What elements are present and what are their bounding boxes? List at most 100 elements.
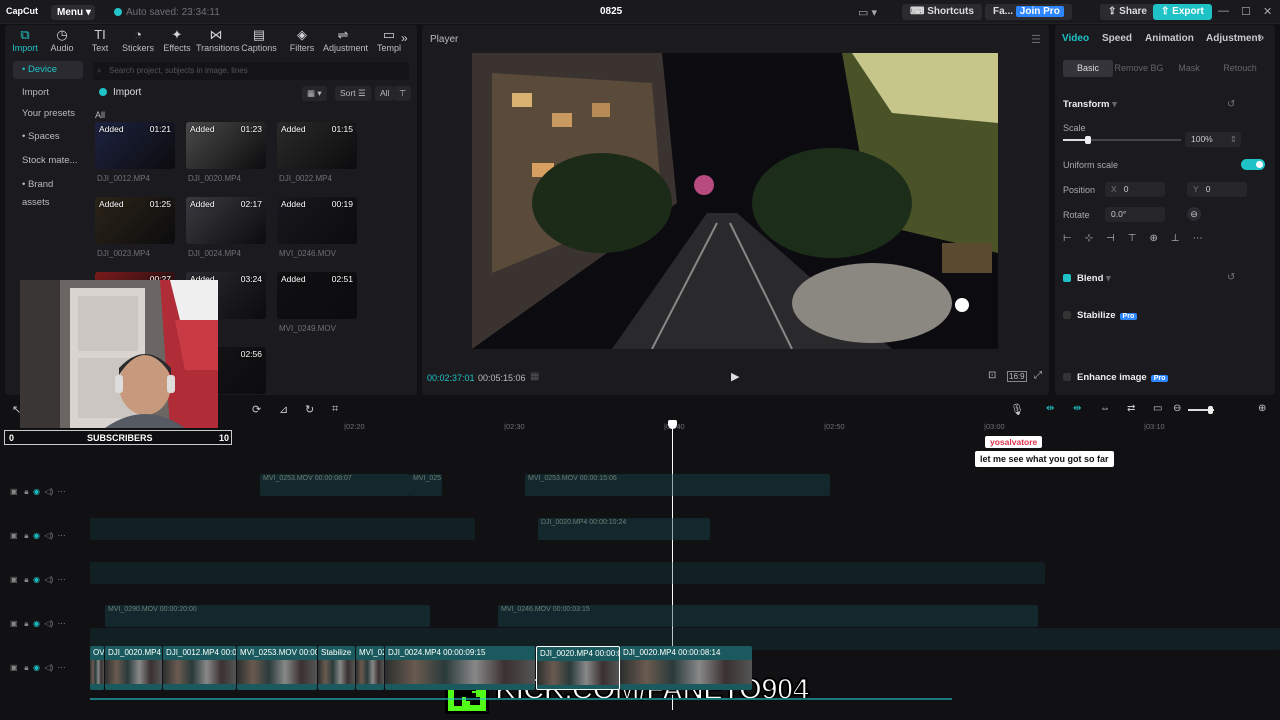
position-y-input[interactable]: Y 0 [1187, 182, 1247, 197]
microphone-icon[interactable]: 🎙 [1010, 403, 1024, 416]
more-icon[interactable]: ⋯ [58, 531, 66, 540]
position-x-input[interactable]: X 0 [1105, 182, 1165, 197]
scale-value-input[interactable]: 100% ⇕ [1185, 132, 1241, 147]
player-menu-icon[interactable]: ☰ [1031, 33, 1041, 46]
audio-icon[interactable]: ◁) [44, 663, 53, 672]
tool-tab-adjustment[interactable]: ⇌ Adjustment [323, 27, 368, 53]
more-icon[interactable]: ⋯ [58, 575, 66, 584]
stabilize-checkbox[interactable] [1063, 311, 1071, 319]
media-thumbnail[interactable]: Added 02:51 [277, 272, 357, 319]
menu-button[interactable]: Menu ▾ [51, 5, 95, 20]
reset-blend-icon[interactable]: ↺ [1227, 272, 1235, 283]
ratio-button[interactable]: 16:9 [1007, 371, 1027, 382]
track-controls[interactable]: ▣ 🔒︎ ◉ ◁) ⋯ [10, 531, 66, 541]
filter-all-button[interactable]: All [375, 86, 395, 101]
split-icon[interactable]: ⇄ [1127, 403, 1135, 414]
zoom-out-icon[interactable]: ⊖ [1173, 403, 1181, 414]
shortcuts-button[interactable]: ⌨ Shortcuts [902, 4, 982, 20]
link-icon[interactable]: ⇹ [1046, 403, 1054, 414]
main-track-clip[interactable]: Stabilize [318, 646, 355, 690]
media-thumbnail[interactable]: Added 01:23 [186, 122, 266, 169]
track-controls[interactable]: ▣ 🔒︎ ◉ ◁) ⋯ [10, 575, 66, 585]
inspector-tab-speed[interactable]: Speed [1102, 33, 1132, 44]
preview-icon[interactable]: ▭ [1153, 403, 1162, 414]
filter-icon[interactable]: ⊤ [394, 86, 412, 101]
lock-icon[interactable]: 🔒︎ [24, 663, 28, 672]
enhance-image-section[interactable]: Enhance image Pro [1063, 372, 1169, 383]
more-icon[interactable]: ⋯ [58, 487, 66, 496]
sidebar-item-5[interactable]: • Brand assets [13, 176, 83, 208]
zoom-in-icon[interactable]: ⊕ [1258, 403, 1266, 414]
media-thumbnail[interactable]: Added 02:17 [186, 197, 266, 244]
speed-icon[interactable]: ⟳ [252, 403, 261, 416]
track-cover-icon[interactable]: ▣ [10, 575, 18, 584]
rotate-dial-icon[interactable]: ⊖ [1187, 207, 1201, 221]
audio-icon[interactable]: ◁) [44, 575, 53, 584]
sidebar-item-4[interactable]: Stock mate... [13, 152, 83, 170]
inspector-tab-animation[interactable]: Animation [1145, 33, 1194, 44]
tool-tab-captions[interactable]: ▤ Captions [239, 27, 279, 53]
magnet-icon[interactable]: ⇹ [1073, 403, 1081, 414]
sidebar-item-0[interactable]: • Device [13, 61, 83, 79]
join-pro-badge[interactable]: Join Pro [1015, 6, 1064, 17]
visibility-icon[interactable]: ◉ [33, 531, 40, 540]
mirror-icon[interactable]: ⊿ [279, 403, 288, 416]
main-track-clip[interactable]: DJI_0024.MP4 00:00:09:15 [385, 646, 535, 690]
main-track-clip[interactable]: OV [90, 646, 104, 690]
media-thumbnail[interactable]: Added 01:25 [95, 197, 175, 244]
uniform-scale-toggle[interactable] [1241, 159, 1265, 170]
timeline-clip[interactable]: MVI_0290.MOV 00:00:20:00 [105, 605, 430, 627]
zoom-slider[interactable] [1188, 406, 1214, 414]
track-controls[interactable]: ▣ 🔒︎ ◉ ◁) ⋯ [10, 663, 66, 673]
track-cover-icon[interactable]: ▣ [10, 487, 18, 496]
main-track-clip[interactable]: DJI_0020.MP4 00:00:08:14 [620, 646, 752, 690]
reset-transform-icon[interactable]: ↺ [1227, 99, 1235, 110]
inspector-subtab-2[interactable]: Mask [1167, 60, 1211, 77]
cursor-icon[interactable]: ↖ [12, 403, 21, 416]
timeline-clip[interactable]: MVI_025 [410, 474, 442, 496]
sidebar-item-2[interactable]: Your presets [13, 105, 83, 123]
tool-tab-import[interactable]: ⧉ Import [5, 27, 45, 53]
track-controls[interactable]: ▣ 🔒︎ ◉ ◁) ⋯ [10, 487, 66, 497]
tool-tab-transitions[interactable]: ⋈ Transitions [196, 27, 240, 53]
more-icon[interactable]: ⋯ [58, 619, 66, 628]
track-controls[interactable]: ▣ 🔒︎ ◉ ◁) ⋯ [10, 619, 66, 629]
sidebar-item-3[interactable]: • Spaces [13, 128, 83, 146]
tool-tab-audio[interactable]: ◷ Audio [42, 27, 82, 53]
visibility-icon[interactable]: ◉ [33, 663, 40, 672]
maximize-icon[interactable]: ☐ [1241, 5, 1251, 18]
sidebar-item-1[interactable]: Import [13, 84, 83, 102]
main-track-clip[interactable]: DJI_0020.MP4 00:00:0 [536, 646, 620, 690]
track-cover-icon[interactable]: ▣ [10, 663, 18, 672]
audio-icon[interactable]: ◁) [44, 531, 53, 540]
visibility-icon[interactable]: ◉ [33, 575, 40, 584]
stabilize-section[interactable]: Stabilize Pro [1063, 310, 1138, 321]
timeline-clip[interactable]: MVI_0253.MOV 00:00:15:06 [525, 474, 830, 496]
sort-button[interactable]: Sort ☰ [335, 86, 371, 101]
timeline-clip[interactable]: DJI_0020.MP4 00:00:10:24 [538, 518, 710, 540]
snap-icon[interactable]: ⇔ [1100, 403, 1110, 414]
media-thumbnail[interactable]: Added 00:19 [277, 197, 357, 244]
main-track-clip[interactable]: DJI_0020.MP4 0 [105, 646, 162, 690]
rotate-input[interactable]: 0.0° [1105, 207, 1165, 222]
media-thumbnail[interactable]: Added 01:21 [95, 122, 175, 169]
tool-tab-effects[interactable]: ✦ Effects [157, 27, 197, 53]
lock-icon[interactable]: 🔒︎ [24, 619, 28, 628]
scale-slider[interactable] [1063, 136, 1181, 144]
account-button[interactable]: Fa... Join Pro [985, 4, 1072, 20]
crop-icon[interactable]: ⌗ [332, 403, 338, 416]
playhead-handle[interactable] [668, 420, 677, 429]
inspector-subtab-3[interactable]: Retouch [1215, 60, 1265, 77]
share-button[interactable]: ⇪ Share [1100, 4, 1155, 20]
audio-icon[interactable]: ◁) [44, 487, 53, 496]
main-track-clip[interactable]: DJI_0012.MP4 00:0 [163, 646, 236, 690]
view-toggle-button[interactable]: ▦ ▾ [302, 86, 327, 101]
timeline-clip[interactable]: MVI_0253.MOV 00:00:08:07 [260, 474, 410, 496]
export-button[interactable]: ⇧ Export [1153, 4, 1212, 20]
blend-checkbox[interactable] [1063, 274, 1071, 282]
enhance-checkbox[interactable] [1063, 373, 1071, 381]
align-buttons[interactable]: ⊢⊹⊣⊤⊕⊥⋯ [1063, 233, 1263, 249]
layout-icon[interactable]: ▭ ▾ [858, 6, 877, 19]
import-button[interactable]: Import [99, 87, 141, 98]
tool-tab-filters[interactable]: ◈ Filters [282, 27, 322, 53]
